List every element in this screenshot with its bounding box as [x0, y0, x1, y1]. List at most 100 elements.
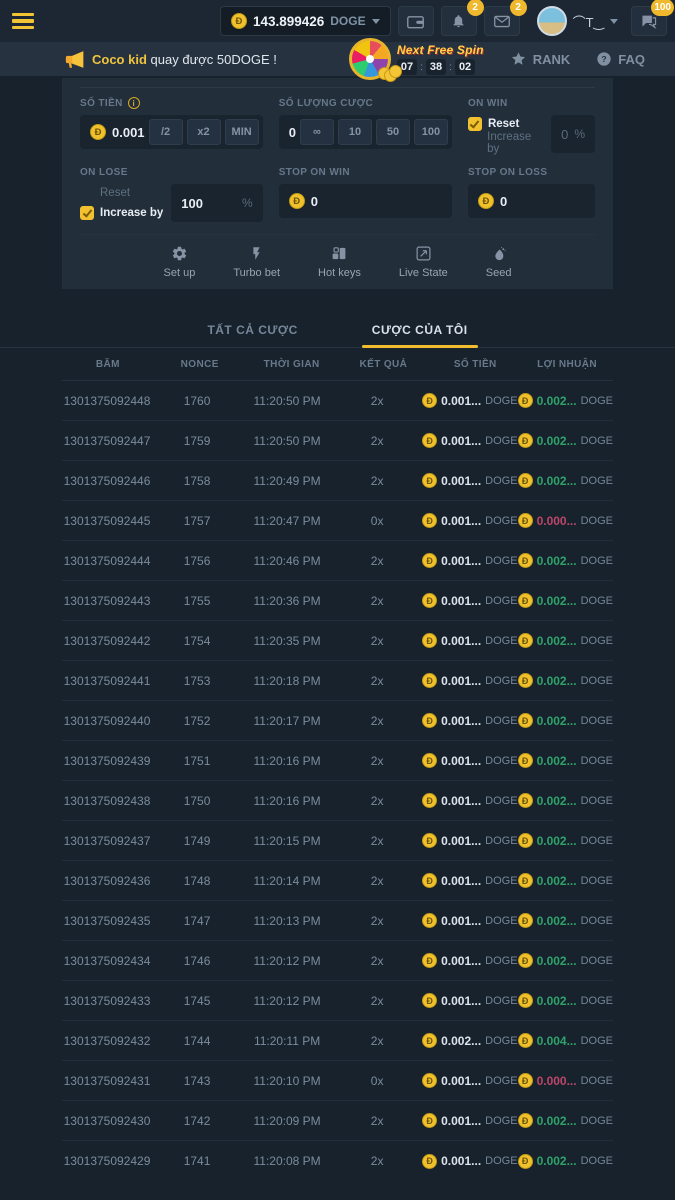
on-win-percent-input[interactable]: 0	[561, 127, 568, 142]
rank-link[interactable]: RANK	[510, 51, 571, 67]
on-lose-increase-checkbox[interactable]	[80, 206, 94, 220]
seed-button[interactable]: Seed	[486, 245, 512, 279]
doge-coin-icon	[518, 473, 533, 488]
cell-nonce: 1758	[152, 474, 242, 488]
chat-icon	[641, 14, 657, 29]
cell-time: 11:20:36 PM	[242, 594, 332, 608]
on-win-reset-checkbox[interactable]	[468, 117, 482, 131]
live-state-button[interactable]: Live State	[399, 245, 448, 279]
tab-all-bets[interactable]: TẤT CẢ CƯỢC	[193, 314, 311, 347]
notifications-button[interactable]: 2	[441, 6, 477, 36]
bets-50-button[interactable]: 50	[376, 119, 410, 145]
cell-result: 2x	[332, 1154, 422, 1168]
doge-coin-icon	[289, 193, 305, 209]
cell-profit: 0.002... DOGE	[518, 833, 613, 848]
on-lose-increase-label[interactable]: Increase by	[100, 207, 163, 219]
coins-icon	[378, 67, 400, 81]
bet-amount-field: SỐ TIỀNi 0.001 /2 x2 MIN	[80, 97, 263, 153]
table-row[interactable]: 1301375092437 1749 11:20:15 PM 2x 0.001.…	[62, 821, 613, 861]
table-row[interactable]: 1301375092447 1759 11:20:50 PM 2x 0.001.…	[62, 421, 613, 461]
cell-result: 0x	[332, 514, 422, 528]
table-row[interactable]: 1301375092430 1742 11:20:09 PM 2x 0.001.…	[62, 1101, 613, 1141]
table-row[interactable]: 1301375092429 1741 11:20:08 PM 2x 0.001.…	[62, 1141, 613, 1181]
hot-keys-button[interactable]: Hot keys	[318, 245, 361, 279]
stop-on-win-input[interactable]: 0	[311, 194, 448, 209]
table-row[interactable]: 1301375092433 1745 11:20:12 PM 2x 0.001.…	[62, 981, 613, 1021]
doge-coin-icon	[422, 713, 437, 728]
table-row[interactable]: 1301375092434 1746 11:20:12 PM 2x 0.001.…	[62, 941, 613, 981]
messages-button[interactable]: 2	[484, 6, 520, 36]
cell-profit: 0.002... DOGE	[518, 433, 613, 448]
bets-10-button[interactable]: 10	[338, 119, 372, 145]
half-bet-button[interactable]: /2	[149, 119, 183, 145]
info-icon[interactable]: i	[128, 97, 140, 109]
table-row[interactable]: 1301375092441 1753 11:20:18 PM 2x 0.001.…	[62, 661, 613, 701]
star-icon	[510, 51, 527, 67]
table-row[interactable]: 1301375092444 1756 11:20:46 PM 2x 0.001.…	[62, 541, 613, 581]
balance-dropdown[interactable]: 143.899426 DOGE	[220, 6, 391, 36]
on-lose-percent-input[interactable]: 100	[181, 196, 236, 211]
bet-count-input[interactable]: 0	[289, 125, 296, 140]
table-row[interactable]: 1301375092439 1751 11:20:16 PM 2x 0.001.…	[62, 741, 613, 781]
table-row[interactable]: 1301375092438 1750 11:20:16 PM 2x 0.001.…	[62, 781, 613, 821]
bet-amount-input[interactable]: 0.001	[112, 125, 145, 140]
doge-coin-icon	[422, 993, 437, 1008]
cell-result: 0x	[332, 1074, 422, 1088]
infinite-bets-button[interactable]: ∞	[300, 119, 334, 145]
cell-hash: 1301375092445	[62, 514, 152, 528]
table-row[interactable]: 1301375092442 1754 11:20:35 PM 2x 0.001.…	[62, 621, 613, 661]
svg-text:?: ?	[602, 54, 607, 64]
table-row[interactable]: 1301375092440 1752 11:20:17 PM 2x 0.001.…	[62, 701, 613, 741]
min-bet-button[interactable]: MIN	[225, 119, 259, 145]
cell-profit: 0.002... DOGE	[518, 793, 613, 808]
cell-time: 11:20:09 PM	[242, 1114, 332, 1128]
free-spin-widget[interactable]: Next Free Spin 07: 38: 02	[349, 42, 484, 76]
wallet-button[interactable]	[398, 6, 434, 36]
tab-my-bets[interactable]: CƯỢC CỦA TÔI	[358, 314, 482, 347]
cell-nonce: 1746	[152, 954, 242, 968]
timer-minutes: 38	[426, 59, 446, 75]
table-row[interactable]: 1301375092436 1748 11:20:14 PM 2x 0.001.…	[62, 861, 613, 901]
doge-coin-icon	[518, 953, 533, 968]
table-row[interactable]: 1301375092448 1760 11:20:50 PM 2x 0.001.…	[62, 381, 613, 421]
doge-coin-icon	[422, 953, 437, 968]
faq-link[interactable]: ? FAQ	[596, 51, 645, 67]
double-bet-button[interactable]: x2	[187, 119, 221, 145]
on-lose-reset-label[interactable]: Reset	[100, 187, 130, 199]
doge-coin-icon	[518, 833, 533, 848]
turbo-bet-button[interactable]: Turbo bet	[233, 245, 280, 279]
cell-hash: 1301375092440	[62, 714, 152, 728]
cell-profit: 0.002... DOGE	[518, 1154, 613, 1169]
table-row[interactable]: 1301375092432 1744 11:20:11 PM 2x 0.002.…	[62, 1021, 613, 1061]
cell-time: 11:20:17 PM	[242, 714, 332, 728]
table-row[interactable]: 1301375092445 1757 11:20:47 PM 0x 0.001.…	[62, 501, 613, 541]
table-row[interactable]: 1301375092431 1743 11:20:10 PM 0x 0.001.…	[62, 1061, 613, 1101]
cell-nonce: 1759	[152, 434, 242, 448]
cell-result: 2x	[332, 994, 422, 1008]
bets-100-button[interactable]: 100	[414, 119, 448, 145]
cell-time: 11:20:50 PM	[242, 394, 332, 408]
chat-button[interactable]: 100	[631, 6, 667, 36]
cell-nonce: 1741	[152, 1154, 242, 1168]
table-row[interactable]: 1301375092435 1747 11:20:13 PM 2x 0.001.…	[62, 901, 613, 941]
cell-amount: 0.001... DOGE	[422, 873, 517, 888]
doge-coin-icon	[518, 753, 533, 768]
user-menu[interactable]: ⌒T‿	[537, 6, 618, 36]
stop-on-loss-input[interactable]: 0	[500, 194, 591, 209]
doge-coin-icon	[518, 873, 533, 888]
doge-coin-icon	[518, 513, 533, 528]
setup-button[interactable]: Set up	[164, 245, 196, 279]
on-win-increase-label[interactable]: Increase by	[487, 131, 543, 155]
table-row[interactable]: 1301375092443 1755 11:20:36 PM 2x 0.001.…	[62, 581, 613, 621]
doge-coin-icon	[422, 593, 437, 608]
top-bar: 143.899426 DOGE 2 2 ⌒T‿	[0, 0, 675, 42]
cell-hash: 1301375092433	[62, 994, 152, 1008]
cell-hash: 1301375092436	[62, 874, 152, 888]
menu-button[interactable]	[12, 6, 46, 36]
table-row[interactable]: 1301375092446 1758 11:20:49 PM 2x 0.001.…	[62, 461, 613, 501]
on-win-reset-label[interactable]: Reset	[488, 118, 519, 130]
bet-panel: SỐ TIỀNi 0.001 /2 x2 MIN SỐ LƯỢNG CƯỢC 0…	[62, 78, 613, 289]
cell-hash: 1301375092443	[62, 594, 152, 608]
on-win-percent-suffix: %	[574, 127, 585, 141]
cell-hash: 1301375092429	[62, 1154, 152, 1168]
